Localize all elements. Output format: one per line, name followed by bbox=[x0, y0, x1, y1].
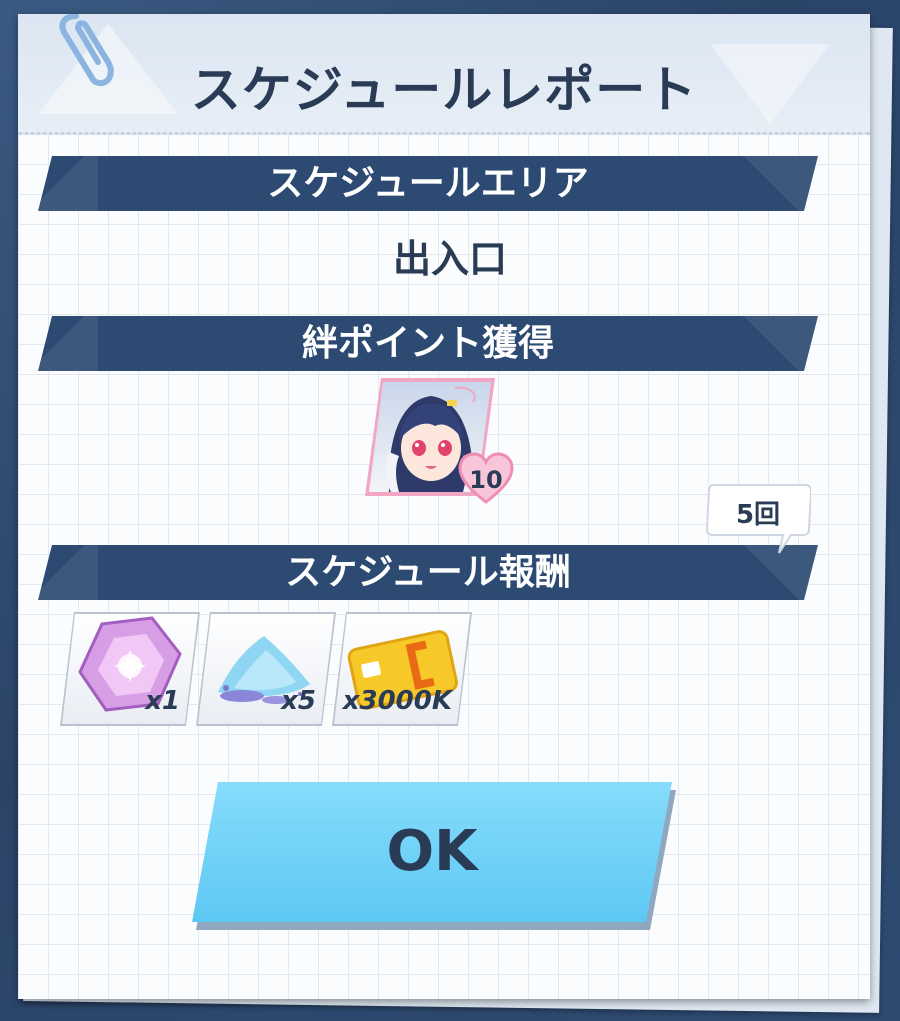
bond-points-value: 10 bbox=[469, 466, 503, 494]
reward-qty: x1 bbox=[145, 686, 180, 716]
bond-section-header: 絆ポイント獲得 bbox=[38, 316, 818, 371]
reward-qty: x3000K bbox=[342, 686, 452, 716]
reward-item[interactable]: x5 bbox=[196, 612, 336, 726]
reward-count: 5回 bbox=[735, 500, 781, 530]
reward-item[interactable]: x3000K bbox=[332, 612, 472, 726]
area-section-header: スケジュールエリア bbox=[38, 156, 818, 211]
reward-qty: x5 bbox=[281, 686, 316, 716]
area-value: 出入口 bbox=[392, 237, 507, 281]
ok-button-label[interactable]: OK bbox=[192, 782, 672, 922]
reward-item[interactable]: x1 bbox=[60, 612, 200, 726]
reward-section-header: スケジュール報酬 bbox=[38, 545, 818, 600]
dialog-title: スケジュールレポート bbox=[190, 61, 698, 119]
